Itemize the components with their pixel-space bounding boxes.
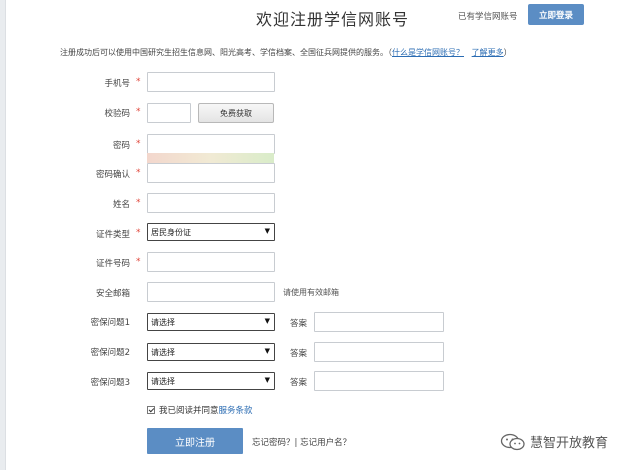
id-number-required-mark: * <box>136 257 141 267</box>
watermark: 慧智开放教育 <box>500 432 608 451</box>
agree-text: 我已阅读并同意 <box>159 406 219 416</box>
wechat-icon <box>500 433 525 450</box>
phone-label: 手机号 <box>104 79 130 89</box>
register-button[interactable]: 立即注册 <box>147 428 243 454</box>
id-type-select[interactable]: 居民身份证 ▼ <box>147 223 275 241</box>
question2-select[interactable]: 请选择 ▼ <box>147 343 275 361</box>
forgot-links[interactable]: 忘记密码？| 忘记用户名？ <box>252 436 351 448</box>
question1-value: 请选择 <box>151 317 175 327</box>
confirm-password-label: 密码确认 <box>95 170 130 180</box>
login-button[interactable]: 立即登录 <box>528 4 584 25</box>
answer1-input[interactable] <box>314 312 444 332</box>
confirm-required-mark: * <box>136 168 141 178</box>
confirm-password-input[interactable] <box>147 163 275 183</box>
phone-required-mark: * <box>136 77 141 87</box>
terms-link[interactable]: 服务条款 <box>219 404 253 416</box>
learn-more-link[interactable]: 了解更多 <box>472 48 504 57</box>
question1-label: 密保问题1 <box>90 318 130 328</box>
code-input[interactable] <box>147 103 191 123</box>
email-input[interactable] <box>147 282 275 302</box>
agreement-row: 我已阅读并同意 服务条款 <box>147 404 253 416</box>
question2-value: 请选择 <box>151 347 175 357</box>
phone-input[interactable] <box>147 72 275 92</box>
name-label: 姓名 <box>112 200 130 210</box>
chevron-down-icon: ▼ <box>264 376 270 384</box>
question3-label: 密保问题3 <box>90 378 130 388</box>
register-notice: 注册成功后可以使用中国研究生招生信息网、阳光高考、学信档案、全国征兵网提供的服务… <box>60 47 512 58</box>
watermark-text: 慧智开放教育 <box>530 436 609 451</box>
email-hint: 请使用有效邮箱 <box>283 288 339 297</box>
chevron-down-icon: ▼ <box>264 317 270 325</box>
name-required-mark: * <box>136 198 141 208</box>
id-type-value: 居民身份证 <box>151 227 191 237</box>
chevron-down-icon: ▼ <box>264 227 270 235</box>
code-required-mark: * <box>136 107 141 117</box>
answer3-input[interactable] <box>314 371 444 391</box>
question2-label: 密保问题2 <box>90 348 130 358</box>
answer2-label: 答案 <box>290 349 308 359</box>
code-label: 校验码 <box>104 109 130 119</box>
id-number-input[interactable] <box>147 252 275 272</box>
agree-checkbox[interactable] <box>147 406 155 414</box>
left-scroll-edge <box>0 0 6 470</box>
email-label: 安全邮箱 <box>95 289 130 299</box>
password-input[interactable] <box>147 134 275 154</box>
get-code-button[interactable]: 免费获取 <box>198 103 274 123</box>
notice-close-paren: ） <box>503 48 512 57</box>
question3-select[interactable]: 请选择 ▼ <box>147 372 275 390</box>
name-input[interactable] <box>147 193 275 213</box>
id-type-required-mark: * <box>136 228 141 238</box>
password-strength-bar <box>147 153 274 163</box>
has-account-text: 已有学信网账号 <box>458 12 518 22</box>
answer1-label: 答案 <box>290 319 308 329</box>
answer3-label: 答案 <box>290 378 308 388</box>
question1-select[interactable]: 请选择 ▼ <box>147 313 275 331</box>
id-type-label: 证件类型 <box>95 230 130 240</box>
password-required-mark: * <box>136 139 141 149</box>
question3-value: 请选择 <box>151 376 175 386</box>
what-is-account-link[interactable]: 什么是学信网账号？ <box>392 48 464 57</box>
notice-text: 注册成功后可以使用中国研究生招生信息网、阳光高考、学信档案、全国征兵网提供的服务… <box>60 48 392 57</box>
page-title: 欢迎注册学信网账号 <box>256 10 410 29</box>
id-number-label: 证件号码 <box>95 259 130 269</box>
answer2-input[interactable] <box>314 342 444 362</box>
chevron-down-icon: ▼ <box>264 347 270 355</box>
password-label: 密码 <box>112 141 130 151</box>
